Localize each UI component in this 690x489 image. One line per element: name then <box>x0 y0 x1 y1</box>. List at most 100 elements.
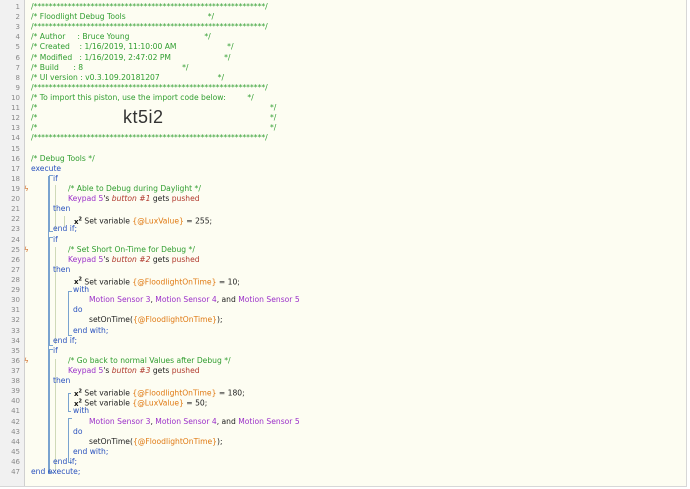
import-code[interactable]: kt5i2 <box>123 108 164 126</box>
execute-keyword[interactable]: execute <box>31 164 61 174</box>
then-keyword[interactable]: then <box>53 265 70 275</box>
end-execute-keyword[interactable]: end execute; <box>31 467 80 477</box>
end-with-keyword[interactable]: end with; <box>73 326 108 336</box>
device-name[interactable]: Motion Sensor 3 <box>89 295 150 304</box>
plain-text: 's <box>103 254 112 264</box>
comment-text: */ <box>270 113 277 123</box>
device-name[interactable]: Keypad 5 <box>68 366 103 375</box>
end-if-keyword[interactable]: end if; <box>53 224 77 234</box>
code-line: 15 <box>0 144 686 154</box>
device-name[interactable]: Keypad 5 <box>68 255 103 264</box>
condition-statement[interactable]: Keypad 5's button #1 gets pushed <box>68 194 200 204</box>
code-line: 42 Motion Sensor 3, Motion Sensor 4, and … <box>0 417 686 427</box>
end-with-keyword[interactable]: end with; <box>73 447 108 457</box>
with-keyword[interactable]: with <box>73 406 89 416</box>
code-line: 26 Keypad 5's button #2 gets pushed <box>0 255 686 265</box>
code-line: 38 then <box>0 376 686 386</box>
device-name[interactable]: Motion Sensor 5 <box>238 295 299 304</box>
code-line: 17 execute <box>0 164 686 174</box>
line-number: 41 <box>11 407 20 416</box>
condition-value[interactable]: pushed <box>172 255 200 264</box>
device-name[interactable]: Motion Sensor 5 <box>238 417 299 426</box>
code-line: 1 /**************************************… <box>0 2 686 12</box>
line-number: 39 <box>11 387 20 396</box>
end-if-keyword[interactable]: end if; <box>53 457 77 467</box>
comment-text: /* Created : 1/16/2019, 11:10:00 AM */ <box>31 42 234 52</box>
button-attribute[interactable]: button #2 <box>112 255 151 264</box>
line-number: 5 <box>15 43 20 52</box>
comment-text: /* Able to Debug during Daylight */ <box>68 183 201 193</box>
code-line: 24 if <box>0 235 686 245</box>
device-name[interactable]: Keypad 5 <box>68 194 103 203</box>
if-keyword[interactable]: if <box>53 346 58 356</box>
if-keyword[interactable]: if <box>53 235 58 245</box>
line-number: 11 <box>11 104 20 113</box>
code-line: 43 do <box>0 427 686 437</box>
code-line: 36 ϟ /* Go back to normal Values after Deb… <box>0 356 686 366</box>
code-line: 27 then <box>0 265 686 275</box>
line-number: 20 <box>11 195 20 204</box>
button-attribute[interactable]: button #3 <box>112 366 151 375</box>
line-number: 14 <box>11 134 20 143</box>
comment-text: /***************************************… <box>31 22 268 32</box>
device-name[interactable]: Motion Sensor 4 <box>155 417 216 426</box>
variable-name[interactable]: {@FloodlightOnTime} <box>133 315 217 324</box>
end-if-keyword[interactable]: end if; <box>53 336 77 346</box>
if-keyword[interactable]: if <box>53 174 58 184</box>
line-number: 22 <box>11 215 20 224</box>
code-line: 23 end if; <box>0 224 686 234</box>
line-number: 17 <box>11 164 20 173</box>
line-number: 26 <box>11 255 20 264</box>
code-line: 21 then <box>0 204 686 214</box>
code-line: 10 /* To import this piston, use the impo… <box>0 93 686 103</box>
line-number: 40 <box>11 397 20 406</box>
code-line: 29 with <box>0 285 686 295</box>
comment-text: /* Author : Bruce Young */ <box>31 32 211 42</box>
code-line: 30 Motion Sensor 3, Motion Sensor 4, and … <box>0 295 686 305</box>
line-number: 27 <box>11 265 20 274</box>
line-number: 15 <box>11 144 20 153</box>
do-keyword[interactable]: do <box>73 305 82 315</box>
comment-text: /* UI version : v0.3.109.20181207 */ <box>31 72 225 82</box>
code-line: 16 /* Debug Tools */ <box>0 154 686 164</box>
device-name[interactable]: Motion Sensor 3 <box>89 417 150 426</box>
plain-text: 's <box>103 365 112 375</box>
line-number: 34 <box>11 336 20 345</box>
button-attribute[interactable]: button #1 <box>112 194 151 203</box>
condition-statement[interactable]: Keypad 5's button #2 gets pushed <box>68 255 200 265</box>
code-line: 5 /* Created : 1/16/2019, 11:10:00 AM */ <box>0 42 686 52</box>
condition-value[interactable]: pushed <box>172 366 200 375</box>
with-keyword[interactable]: with <box>73 285 89 295</box>
condition-value[interactable]: pushed <box>172 194 200 203</box>
code-line: 28 x2 Set variable {@FloodlightOnTime} = … <box>0 275 686 286</box>
line-number: 4 <box>15 33 20 42</box>
comment-text: */ <box>270 123 277 133</box>
line-number: 24 <box>11 235 20 244</box>
do-keyword[interactable]: do <box>73 427 82 437</box>
line-number: 21 <box>11 205 20 214</box>
then-keyword[interactable]: then <box>53 376 70 386</box>
code-line: 37 Keypad 5's button #3 gets pushed <box>0 366 686 376</box>
code-line: 44 setOnTime({@FloodlightOnTime}); <box>0 437 686 447</box>
code-line: 14 /*************************************… <box>0 133 686 143</box>
comment-text: /* <box>31 103 38 113</box>
command-statement[interactable]: setOnTime({@FloodlightOnTime}); <box>89 315 223 325</box>
code-line: 45 end with; <box>0 447 686 457</box>
code-line: 47 end execute; <box>0 467 686 477</box>
condition-statement[interactable]: Keypad 5's button #3 gets pushed <box>68 366 200 376</box>
device-list[interactable]: Motion Sensor 3, Motion Sensor 4, and Mo… <box>89 417 300 427</box>
code-lines: 1 /**************************************… <box>0 2 686 477</box>
line-number: 33 <box>11 326 20 335</box>
device-name[interactable]: Motion Sensor 4 <box>155 295 216 304</box>
line-number: 9 <box>15 83 20 92</box>
command-name: setOnTime( <box>89 315 133 325</box>
code-line: 9 /**************************************… <box>0 83 686 93</box>
code-line: 19 ϟ /* Able to Debug during Daylight */ <box>0 184 686 194</box>
line-number: 23 <box>11 225 20 234</box>
device-list[interactable]: Motion Sensor 3, Motion Sensor 4, and Mo… <box>89 295 300 305</box>
then-keyword[interactable]: then <box>53 204 70 214</box>
code-line: 34 end if; <box>0 336 686 346</box>
lightning-flag-icon: ϟ <box>24 245 29 254</box>
variable-name[interactable]: {@FloodlightOnTime} <box>133 437 217 446</box>
command-statement[interactable]: setOnTime({@FloodlightOnTime}); <box>89 437 223 447</box>
